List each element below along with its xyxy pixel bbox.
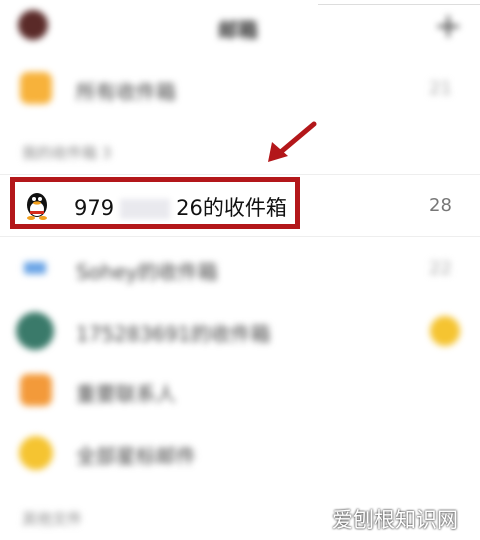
status-badge	[430, 316, 460, 346]
divider	[0, 174, 480, 175]
top-bar: 邮箱 +	[0, 0, 480, 55]
avatar	[16, 312, 54, 350]
page-title: 邮箱	[218, 18, 258, 42]
highlight-frame	[10, 177, 300, 229]
row-label: 全部星标邮件	[76, 444, 196, 468]
qq-inbox-count: 28	[429, 195, 452, 216]
avatar[interactable]	[18, 10, 48, 40]
mail-icon	[20, 252, 52, 284]
add-icon[interactable]: +	[434, 6, 463, 46]
top-divider	[318, 0, 480, 5]
row-label: 所有收件箱	[76, 80, 176, 104]
star-icon	[19, 436, 53, 470]
row-count: 21	[429, 78, 452, 99]
divider	[0, 236, 480, 237]
row-label: 175283691的收件箱	[76, 322, 271, 346]
section-header: 其他文件	[22, 510, 83, 528]
section-header: 我的收件箱 3	[22, 144, 112, 162]
inbox-icon	[20, 72, 52, 104]
row-label: 重要联系人	[76, 382, 176, 406]
watermark: 爱刨根知识网	[332, 508, 458, 532]
row-count: 22	[429, 258, 452, 279]
contacts-icon	[20, 374, 52, 406]
pointer-arrow-icon	[268, 121, 317, 162]
row-label: Sohey的收件箱	[76, 260, 218, 284]
